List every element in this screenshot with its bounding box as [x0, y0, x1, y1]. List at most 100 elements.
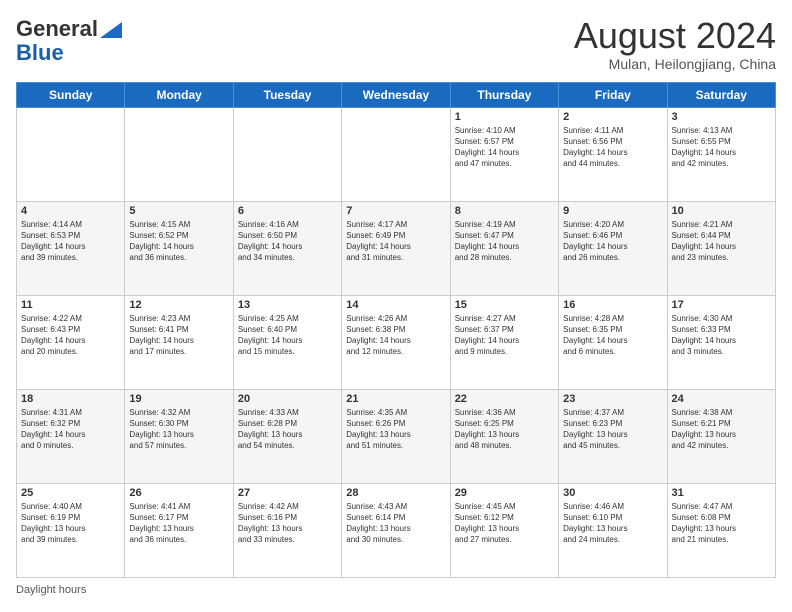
logo-general: General — [16, 16, 98, 42]
day-info: Sunrise: 4:35 AM Sunset: 6:26 PM Dayligh… — [346, 407, 445, 452]
day-number: 22 — [455, 393, 554, 405]
day-number: 10 — [672, 205, 771, 217]
table-row: 30 Sunrise: 4:46 AM Sunset: 6:10 PM Dayli… — [559, 483, 667, 577]
table-row: 27 Sunrise: 4:42 AM Sunset: 6:16 PM Dayli… — [233, 483, 341, 577]
col-wednesday: Wednesday — [342, 82, 450, 107]
day-info: Sunrise: 4:22 AM Sunset: 6:43 PM Dayligh… — [21, 313, 120, 358]
day-info: Sunrise: 4:27 AM Sunset: 6:37 PM Dayligh… — [455, 313, 554, 358]
col-sunday: Sunday — [17, 82, 125, 107]
day-number: 25 — [21, 487, 120, 499]
table-row: 10Sunrise: 4:21 AM Sunset: 6:44 PM Dayli… — [667, 201, 775, 295]
table-row: 12 Sunrise: 4:23 AM Sunset: 6:41 PM Dayli… — [125, 295, 233, 389]
calendar-week-row: 25 Sunrise: 4:40 AM Sunset: 6:19 PM Dayli… — [17, 483, 776, 577]
calendar-week-row: 18 Sunrise: 4:31 AM Sunset: 6:32 PM Dayli… — [17, 389, 776, 483]
table-row: 20Sunrise: 4:33 AM Sunset: 6:28 PM Dayli… — [233, 389, 341, 483]
day-number: 18 — [21, 393, 120, 405]
day-info: Sunrise: 4:40 AM Sunset: 6:19 PM Dayligh… — [21, 501, 120, 546]
calendar-week-row: 11 Sunrise: 4:22 AM Sunset: 6:43 PM Dayli… — [17, 295, 776, 389]
table-row: 3 Sunrise: 4:13 AM Sunset: 6:55 PM Daylig… — [667, 107, 775, 201]
day-number: 13 — [238, 299, 337, 311]
col-monday: Monday — [125, 82, 233, 107]
table-row — [233, 107, 341, 201]
table-row: 24Sunrise: 4:38 AM Sunset: 6:21 PM Dayli… — [667, 389, 775, 483]
day-number: 17 — [672, 299, 771, 311]
table-row: 15 Sunrise: 4:27 AM Sunset: 6:37 PM Dayli… — [450, 295, 558, 389]
day-info: Sunrise: 4:10 AM Sunset: 6:57 PM Dayligh… — [455, 125, 554, 170]
table-row: 22 Sunrise: 4:36 AM Sunset: 6:25 PM Dayli… — [450, 389, 558, 483]
day-info: Sunrise: 4:31 AM Sunset: 6:32 PM Dayligh… — [21, 407, 120, 452]
day-number: 27 — [238, 487, 337, 499]
header: General Blue August 2024 Mulan, Heilongj… — [16, 16, 776, 72]
logo-icon — [100, 22, 122, 38]
table-row — [342, 107, 450, 201]
day-number: 15 — [455, 299, 554, 311]
table-row: 14Sunrise: 4:26 AM Sunset: 6:38 PM Dayli… — [342, 295, 450, 389]
calendar-table: Sunday Monday Tuesday Wednesday Thursday… — [16, 82, 776, 578]
col-friday: Friday — [559, 82, 667, 107]
day-number: 21 — [346, 393, 445, 405]
table-row: 21 Sunrise: 4:35 AM Sunset: 6:26 PM Dayli… — [342, 389, 450, 483]
day-info: Sunrise: 4:33 AM Sunset: 6:28 PM Dayligh… — [238, 407, 337, 452]
logo-blue: Blue — [16, 42, 64, 64]
daylight-label: Daylight hours — [16, 584, 86, 596]
footer: Daylight hours — [16, 584, 776, 596]
table-row: 2 Sunrise: 4:11 AM Sunset: 6:56 PM Daylig… — [559, 107, 667, 201]
day-number: 31 — [672, 487, 771, 499]
table-row: 5 Sunrise: 4:15 AM Sunset: 6:52 PM Daylig… — [125, 201, 233, 295]
table-row: 17 Sunrise: 4:30 AM Sunset: 6:33 PM Dayli… — [667, 295, 775, 389]
day-info: Sunrise: 4:17 AM Sunset: 6:49 PM Dayligh… — [346, 219, 445, 264]
day-number: 5 — [129, 205, 228, 217]
day-info: Sunrise: 4:28 AM Sunset: 6:35 PM Dayligh… — [563, 313, 662, 358]
day-info: Sunrise: 4:13 AM Sunset: 6:55 PM Dayligh… — [672, 125, 771, 170]
day-number: 2 — [563, 111, 662, 123]
day-info: Sunrise: 4:15 AM Sunset: 6:52 PM Dayligh… — [129, 219, 228, 264]
table-row — [17, 107, 125, 201]
day-number: 7 — [346, 205, 445, 217]
day-info: Sunrise: 4:42 AM Sunset: 6:16 PM Dayligh… — [238, 501, 337, 546]
day-info: Sunrise: 4:26 AM Sunset: 6:38 PM Dayligh… — [346, 313, 445, 358]
table-row: 1 Sunrise: 4:10 AM Sunset: 6:57 PM Daylig… — [450, 107, 558, 201]
day-info: Sunrise: 4:25 AM Sunset: 6:40 PM Dayligh… — [238, 313, 337, 358]
table-row: 11 Sunrise: 4:22 AM Sunset: 6:43 PM Dayli… — [17, 295, 125, 389]
table-row: 8Sunrise: 4:19 AM Sunset: 6:47 PM Daylig… — [450, 201, 558, 295]
title-block: August 2024 Mulan, Heilongjiang, China — [574, 16, 776, 72]
day-number: 30 — [563, 487, 662, 499]
day-number: 8 — [455, 205, 554, 217]
logo-line1: General — [16, 16, 122, 42]
day-number: 29 — [455, 487, 554, 499]
day-number: 9 — [563, 205, 662, 217]
table-row: 9 Sunrise: 4:20 AM Sunset: 6:46 PM Daylig… — [559, 201, 667, 295]
day-number: 6 — [238, 205, 337, 217]
page: General Blue August 2024 Mulan, Heilongj… — [0, 0, 792, 612]
calendar-week-row: 4Sunrise: 4:14 AM Sunset: 6:53 PM Daylig… — [17, 201, 776, 295]
day-number: 23 — [563, 393, 662, 405]
location: Mulan, Heilongjiang, China — [574, 56, 776, 72]
table-row: 18 Sunrise: 4:31 AM Sunset: 6:32 PM Dayli… — [17, 389, 125, 483]
day-info: Sunrise: 4:45 AM Sunset: 6:12 PM Dayligh… — [455, 501, 554, 546]
day-number: 11 — [21, 299, 120, 311]
table-row: 19Sunrise: 4:32 AM Sunset: 6:30 PM Dayli… — [125, 389, 233, 483]
col-thursday: Thursday — [450, 82, 558, 107]
day-number: 19 — [129, 393, 228, 405]
day-info: Sunrise: 4:23 AM Sunset: 6:41 PM Dayligh… — [129, 313, 228, 358]
table-row: 28Sunrise: 4:43 AM Sunset: 6:14 PM Dayli… — [342, 483, 450, 577]
month-year: August 2024 — [574, 16, 776, 56]
calendar-header-row: Sunday Monday Tuesday Wednesday Thursday… — [17, 82, 776, 107]
day-info: Sunrise: 4:30 AM Sunset: 6:33 PM Dayligh… — [672, 313, 771, 358]
day-info: Sunrise: 4:36 AM Sunset: 6:25 PM Dayligh… — [455, 407, 554, 452]
table-row: 23 Sunrise: 4:37 AM Sunset: 6:23 PM Dayli… — [559, 389, 667, 483]
day-info: Sunrise: 4:14 AM Sunset: 6:53 PM Dayligh… — [21, 219, 120, 264]
day-info: Sunrise: 4:46 AM Sunset: 6:10 PM Dayligh… — [563, 501, 662, 546]
day-info: Sunrise: 4:38 AM Sunset: 6:21 PM Dayligh… — [672, 407, 771, 452]
day-info: Sunrise: 4:20 AM Sunset: 6:46 PM Dayligh… — [563, 219, 662, 264]
table-row: 29 Sunrise: 4:45 AM Sunset: 6:12 PM Dayli… — [450, 483, 558, 577]
day-number: 12 — [129, 299, 228, 311]
table-row: 31Sunrise: 4:47 AM Sunset: 6:08 PM Dayli… — [667, 483, 775, 577]
day-number: 1 — [455, 111, 554, 123]
day-number: 3 — [672, 111, 771, 123]
day-info: Sunrise: 4:37 AM Sunset: 6:23 PM Dayligh… — [563, 407, 662, 452]
day-number: 26 — [129, 487, 228, 499]
day-info: Sunrise: 4:11 AM Sunset: 6:56 PM Dayligh… — [563, 125, 662, 170]
col-saturday: Saturday — [667, 82, 775, 107]
day-number: 16 — [563, 299, 662, 311]
